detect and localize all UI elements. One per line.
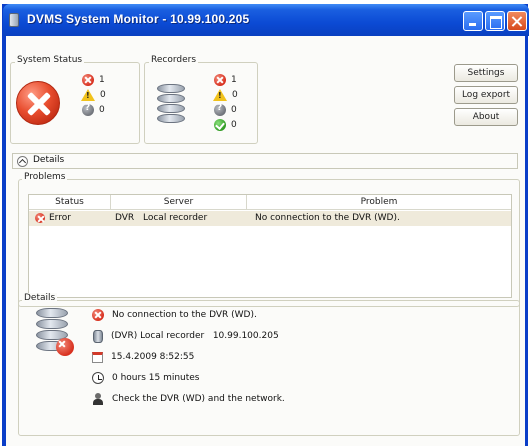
details-toggle-label: Details <box>33 155 65 165</box>
system-warning-count: 0 <box>100 90 106 100</box>
column-header-problem[interactable]: Problem <box>247 195 511 210</box>
recorder-ok-count-row: 0 <box>214 118 237 132</box>
column-header-server[interactable]: Server <box>111 195 247 210</box>
problems-table[interactable]: Status Server Problem Error DVR Local re… <box>28 194 512 298</box>
detail-timestamp: 15.4.2009 8:52:55 <box>111 352 195 362</box>
recorder-ok-count: 0 <box>231 120 237 130</box>
recorder-error-count-row: 1 <box>214 73 237 87</box>
about-button[interactable]: About <box>454 108 518 126</box>
system-status-label: System Status <box>15 55 85 65</box>
system-warning-count-row: 0 <box>81 88 106 102</box>
recorder-error-count: 1 <box>231 75 237 85</box>
window-title: DVMS System Monitor - 10.99.100.205 <box>27 12 250 26</box>
unknown-icon <box>214 103 226 116</box>
server-error-icon <box>36 308 74 356</box>
system-unknown-count-row: 0 <box>82 103 105 117</box>
detail-timestamp-row: 15.4.2009 8:52:55 <box>92 349 194 365</box>
warning-icon <box>81 89 95 101</box>
recorders-label: Recorders <box>149 55 199 65</box>
client-area: System Status 1 0 0 Recorders 1 <box>6 36 525 446</box>
minimize-button[interactable] <box>463 11 483 31</box>
row-status: Error <box>49 213 71 223</box>
error-icon <box>82 74 94 86</box>
user-icon <box>92 393 104 405</box>
system-unknown-count: 0 <box>99 105 105 115</box>
maximize-button[interactable] <box>485 11 505 31</box>
row-server-name: Local recorder <box>143 213 208 223</box>
log-export-button[interactable]: Log export <box>454 86 518 104</box>
recorder-warning-count-row: 0 <box>213 88 238 102</box>
detail-message: No connection to the DVR (WD). <box>112 310 257 320</box>
unknown-icon <box>82 103 94 116</box>
detail-duration: 0 hours 15 minutes <box>112 373 200 383</box>
recorder-unknown-count-row: 0 <box>214 103 237 117</box>
error-icon <box>35 213 45 223</box>
detail-duration-row: 0 hours 15 minutes <box>92 370 200 386</box>
system-error-count: 1 <box>99 75 105 85</box>
app-window: DVMS System Monitor - 10.99.100.205 Syst… <box>2 4 529 446</box>
clock-icon <box>92 372 104 384</box>
row-server-type: DVR <box>115 213 135 223</box>
details-label: Details <box>22 293 58 303</box>
server-icon <box>93 329 103 343</box>
app-icon <box>9 13 19 27</box>
title-bar[interactable]: DVMS System Monitor - 10.99.100.205 <box>3 4 529 36</box>
row-problem: No connection to the DVR (WD). <box>255 213 400 223</box>
problems-label: Problems <box>22 172 68 182</box>
calendar-icon <box>92 351 103 363</box>
recorder-unknown-count: 0 <box>231 105 237 115</box>
recorder-warning-count: 0 <box>232 90 238 100</box>
recorder-server-icon <box>157 84 185 124</box>
table-row[interactable]: Error DVR Local recorder No connection t… <box>29 211 511 226</box>
system-error-count-row: 1 <box>82 73 105 87</box>
error-icon <box>214 74 226 86</box>
system-error-icon <box>16 81 60 125</box>
settings-button[interactable]: Settings <box>454 64 518 82</box>
detail-advice: Check the DVR (WD) and the network. <box>112 394 285 404</box>
close-button[interactable] <box>507 11 527 31</box>
ok-icon <box>214 119 226 131</box>
collapse-chevron-icon[interactable] <box>17 156 28 167</box>
detail-message-row: No connection to the DVR (WD). <box>92 307 257 323</box>
warning-icon <box>213 89 227 101</box>
details-toggle[interactable]: Details <box>12 153 518 169</box>
column-header-status[interactable]: Status <box>29 195 111 210</box>
detail-server-row: (DVR) Local recorder 10.99.100.205 <box>92 328 279 344</box>
error-icon <box>92 309 104 321</box>
detail-advice-row: Check the DVR (WD) and the network. <box>92 391 285 407</box>
detail-server: (DVR) Local recorder 10.99.100.205 <box>111 331 279 341</box>
